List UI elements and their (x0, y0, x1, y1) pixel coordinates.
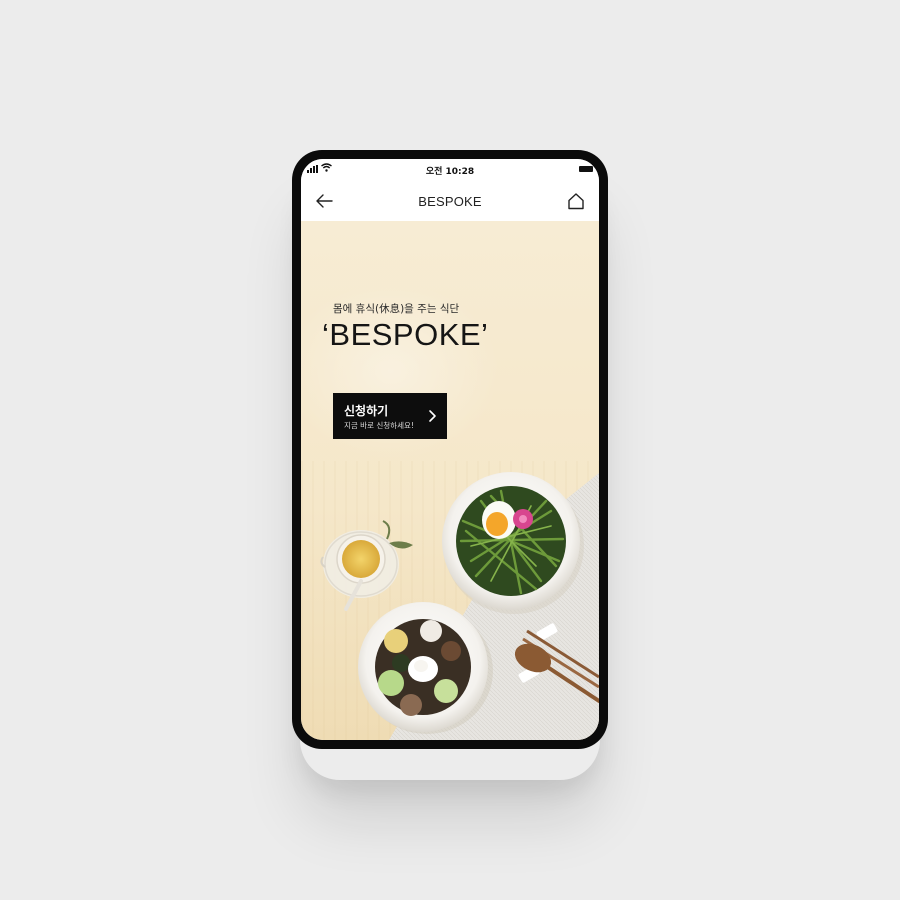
hero-headline: ‘BESPOKE’ (322, 317, 489, 352)
hero-subtitle: 몸에 휴식(休息)을 주는 식단 (333, 303, 460, 315)
apply-button[interactable]: 신청하기 지금 바로 신청하세요! (333, 393, 447, 439)
hero-banner: 몸에 휴식(休息)을 주는 식단 ‘BESPOKE’ 신청하기 지금 바로 신청… (301, 221, 599, 740)
apply-button-label: 신청하기 (344, 404, 389, 418)
battery-icon (579, 166, 593, 172)
tea-cup (320, 520, 413, 611)
nav-bar: BESPOKE (301, 181, 599, 221)
status-bar: 오전 10:28 (301, 159, 599, 181)
food-illustration (320, 472, 599, 740)
apply-button-sublabel: 지금 바로 신청하세요! (344, 421, 414, 430)
home-icon[interactable] (567, 192, 585, 210)
phone-screen: 오전 10:28 BESPOKE 몸에 휴식(休息)을 주는 식단 ‘BESPO… (301, 159, 599, 740)
noodle-bowl (442, 472, 584, 614)
phone-frame: 오전 10:28 BESPOKE 몸에 휴식(休息)을 주는 식단 ‘BESPO… (292, 150, 608, 749)
status-time: 오전 10:28 (425, 167, 475, 177)
page-title: BESPOKE (418, 194, 482, 209)
chevron-right-icon (429, 410, 436, 422)
